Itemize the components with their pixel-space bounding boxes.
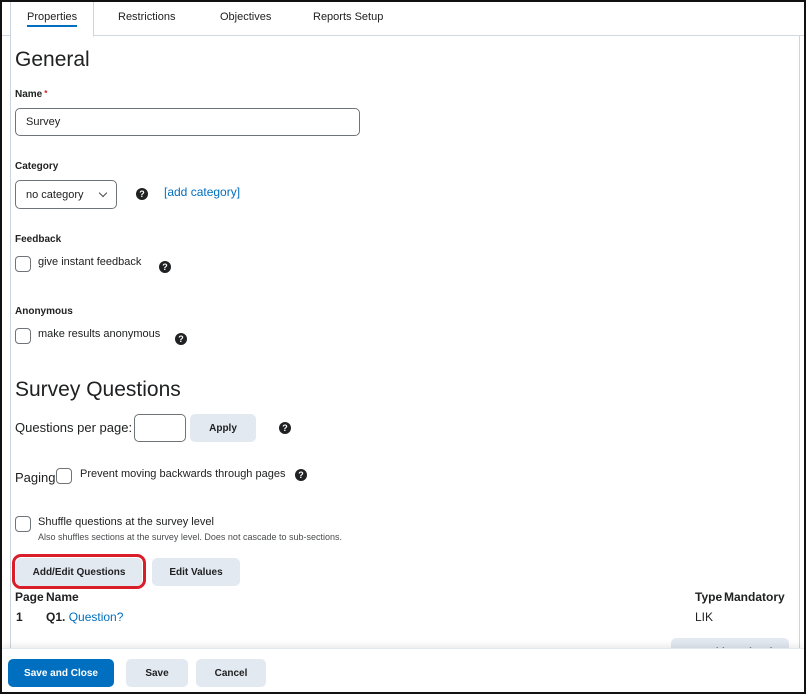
survey-edit-window: Properties Restrictions Objectives Repor… xyxy=(0,0,806,694)
paging-help-icon[interactable]: ? xyxy=(295,469,307,481)
row-type: LIK xyxy=(695,610,714,624)
anonymous-checkbox[interactable] xyxy=(15,328,31,344)
anonymous-help-icon[interactable]: ? xyxy=(175,333,187,345)
column-name: Name xyxy=(46,590,79,604)
instant-feedback-label: give instant feedback xyxy=(38,256,142,268)
feedback-help-icon[interactable]: ? xyxy=(159,261,171,273)
anonymous-checkbox-label: make results anonymous xyxy=(38,328,161,340)
name-label: Name * xyxy=(15,89,48,100)
column-mandatory: Mandatory xyxy=(724,590,785,604)
category-select[interactable]: no category xyxy=(15,180,117,209)
prevent-backwards-label: Prevent moving backwards through pages xyxy=(80,468,286,480)
cancel-button[interactable]: Cancel xyxy=(196,659,266,687)
row-page: 1 xyxy=(16,610,23,624)
questions-per-page-input[interactable] xyxy=(134,414,186,442)
tab-bar: Properties Restrictions Objectives Repor… xyxy=(2,2,804,37)
column-page: Page xyxy=(15,590,44,604)
save-and-close-button[interactable]: Save and Close xyxy=(8,659,114,687)
survey-questions-heading: Survey Questions xyxy=(15,378,181,401)
name-input[interactable]: Survey xyxy=(15,108,360,136)
anonymous-label: Anonymous xyxy=(15,306,73,317)
apply-button[interactable]: Apply xyxy=(190,414,256,442)
add-edit-questions-button[interactable]: Add/Edit Questions xyxy=(16,558,142,586)
category-help-icon[interactable]: ? xyxy=(136,188,148,200)
row-question-name: Q1. Question? xyxy=(46,610,124,624)
tab-properties[interactable]: Properties xyxy=(10,2,95,37)
footer-action-bar: Save and Close Save Cancel xyxy=(2,648,804,692)
question-link[interactable]: Question? xyxy=(69,610,124,624)
category-label: Category xyxy=(15,161,59,172)
properties-panel: General Name * Survey Category no categor… xyxy=(10,36,800,648)
edit-values-button[interactable]: Edit Values xyxy=(152,558,240,586)
feedback-label: Feedback xyxy=(15,234,62,245)
prevent-backwards-checkbox[interactable] xyxy=(56,468,72,484)
paging-label: Paging: xyxy=(15,470,60,485)
per-page-help-icon[interactable]: ? xyxy=(279,422,291,434)
shuffle-note: Also shuffles sections at the survey lev… xyxy=(38,532,342,542)
chevron-down-icon xyxy=(98,188,108,198)
branching-wizard-button[interactable]: Branching Wizard xyxy=(671,638,789,648)
questions-per-page-label: Questions per page: xyxy=(15,420,133,435)
shuffle-label: Shuffle questions at the survey level xyxy=(38,516,214,528)
tab-reports-setup[interactable]: Reports Setup xyxy=(313,11,383,23)
general-heading: General xyxy=(15,48,90,71)
add-category-link[interactable]: [add category] xyxy=(164,185,240,199)
save-button[interactable]: Save xyxy=(126,659,188,687)
required-mark: * xyxy=(44,89,48,98)
column-type: Type xyxy=(695,590,723,604)
tab-restrictions[interactable]: Restrictions xyxy=(118,11,175,23)
shuffle-checkbox[interactable] xyxy=(15,516,31,532)
instant-feedback-checkbox[interactable] xyxy=(15,256,31,272)
category-select-value: no category xyxy=(26,188,84,201)
tab-objectives[interactable]: Objectives xyxy=(220,11,271,23)
